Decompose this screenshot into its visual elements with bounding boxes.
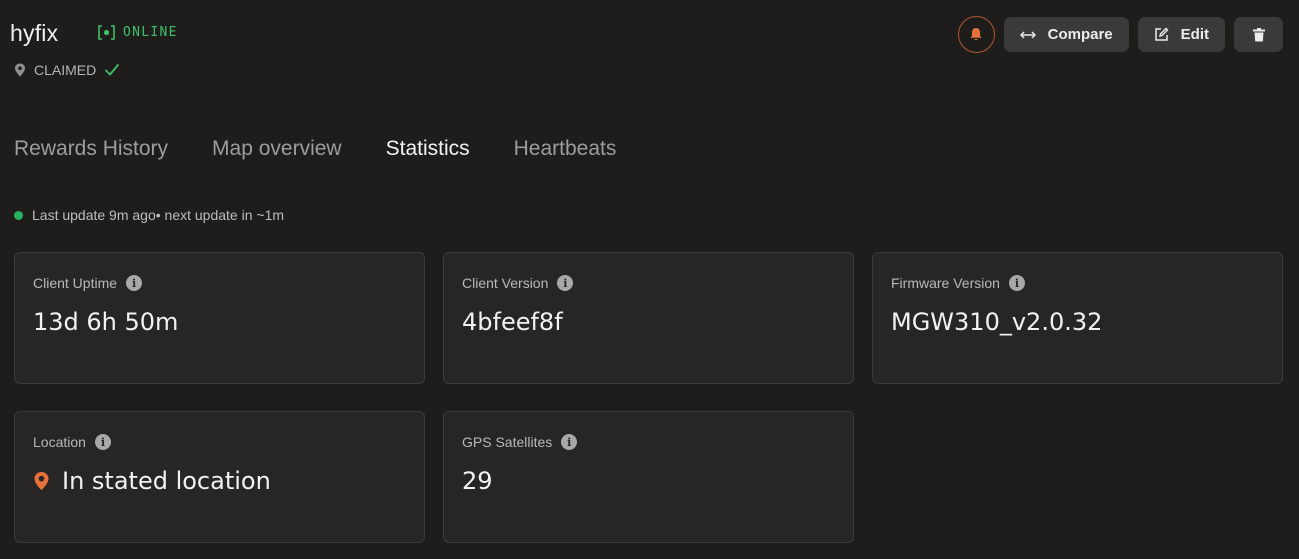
stat-card-location: Location i In stated location xyxy=(14,411,425,543)
notifications-button[interactable] xyxy=(957,16,995,53)
stat-value: 13d 6h 50m xyxy=(33,308,179,336)
stat-value: 29 xyxy=(462,467,493,495)
online-status-icon xyxy=(98,25,115,40)
compare-button[interactable]: Compare xyxy=(1003,17,1129,52)
tab-bar: Rewards History Map overview Statistics … xyxy=(14,137,616,161)
info-icon[interactable]: i xyxy=(94,434,111,450)
location-pin-icon xyxy=(34,472,49,490)
trash-icon xyxy=(1252,27,1265,41)
info-icon[interactable]: i xyxy=(1008,275,1025,291)
tab-map-overview[interactable]: Map overview xyxy=(212,137,342,161)
device-page: hyfix ONLINE CLAIMED Compare Edit Reward… xyxy=(0,0,1299,559)
claimed-label: CLAIMED xyxy=(34,62,97,78)
stat-label: Firmware Version xyxy=(891,275,1000,291)
stat-value: MGW310_v2.0.32 xyxy=(891,308,1103,336)
compare-label: Compare xyxy=(1047,26,1113,43)
status-indicator: ONLINE xyxy=(98,25,178,40)
stat-card-client-uptime: Client Uptime i 13d 6h 50m xyxy=(14,252,425,384)
info-icon[interactable]: i xyxy=(557,275,574,291)
tab-heartbeats[interactable]: Heartbeats xyxy=(514,137,617,161)
arrows-horizontal-icon xyxy=(1019,30,1036,39)
stat-label: Location xyxy=(33,434,86,450)
edit-button[interactable]: Edit xyxy=(1137,17,1225,52)
device-name: hyfix xyxy=(10,20,59,46)
map-pin-icon xyxy=(15,63,25,77)
status-text: ONLINE xyxy=(123,25,178,40)
update-status: Last update 9m ago• next update in ~1m xyxy=(14,207,284,223)
tab-rewards-history[interactable]: Rewards History xyxy=(14,137,168,161)
stat-card-gps-satellites: GPS Satellites i 29 xyxy=(443,411,854,543)
stat-label: GPS Satellites xyxy=(462,434,553,450)
check-icon xyxy=(105,64,120,76)
edit-icon xyxy=(1154,27,1169,41)
info-icon[interactable]: i xyxy=(561,434,578,450)
stat-card-firmware-version: Firmware Version i MGW310_v2.0.32 xyxy=(872,252,1283,384)
stat-value: 4bfeef8f xyxy=(462,308,563,336)
stat-card-client-version: Client Version i 4bfeef8f xyxy=(443,252,854,384)
claimed-status: CLAIMED xyxy=(14,62,120,78)
tab-statistics[interactable]: Statistics xyxy=(386,137,470,161)
live-dot-icon xyxy=(14,210,23,220)
bell-icon xyxy=(970,28,982,41)
device-actions: Compare Edit xyxy=(957,16,1283,53)
info-icon[interactable]: i xyxy=(126,275,143,291)
delete-button[interactable] xyxy=(1234,17,1283,52)
update-text: Last update 9m ago• next update in ~1m xyxy=(32,207,285,223)
stat-label: Client Version xyxy=(462,275,549,291)
stat-value: In stated location xyxy=(62,467,271,495)
edit-label: Edit xyxy=(1180,26,1209,43)
stat-label: Client Uptime xyxy=(33,275,118,291)
